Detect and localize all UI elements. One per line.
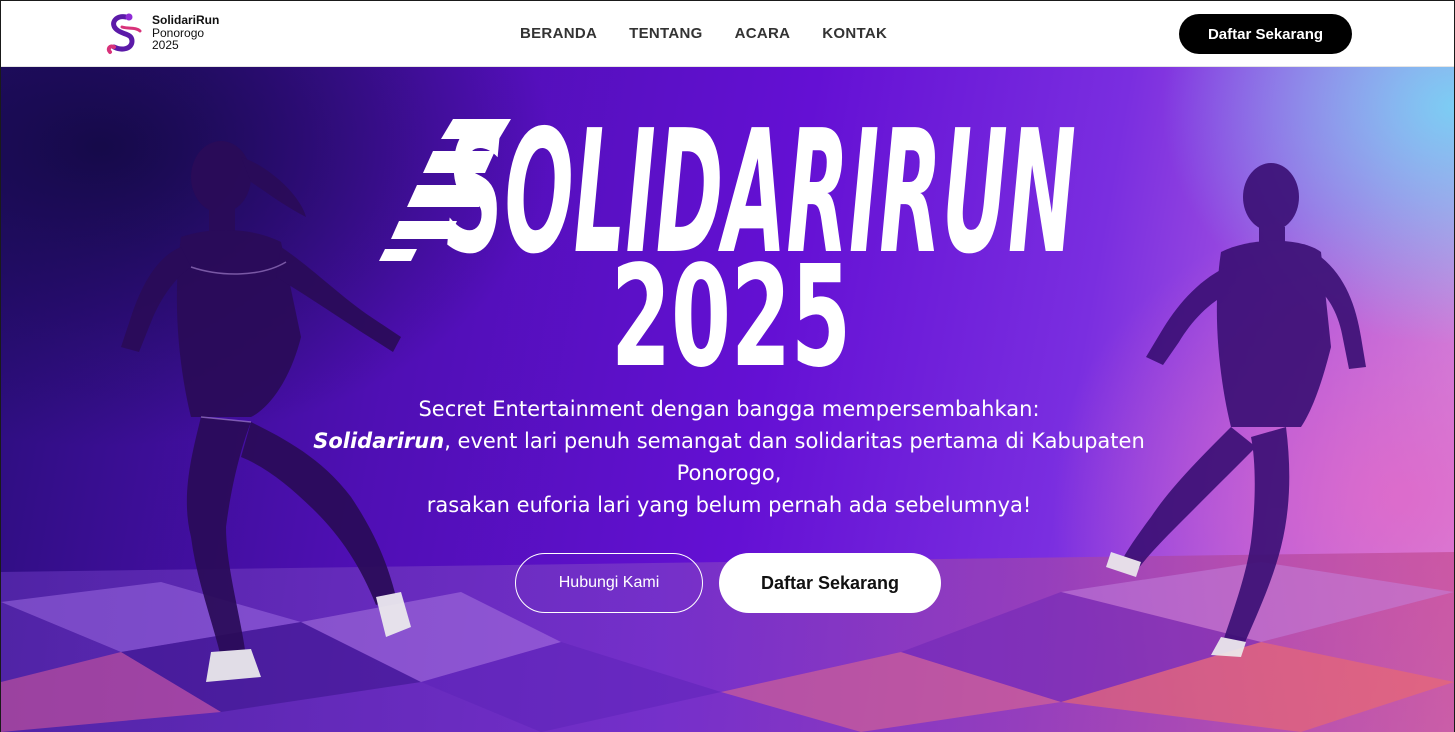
nav-link-kontak[interactable]: KONTAK <box>822 25 887 42</box>
hero-title: SOLIDARIRUN <box>446 111 1076 261</box>
nav-link-tentang[interactable]: TENTANG <box>629 25 702 42</box>
logo-line-1: SolidariRun <box>152 13 220 27</box>
browser-viewport: SolidariRun Ponorogo 2025 BERANDA TENTAN… <box>1 1 1454 732</box>
hero-section: SOLIDARIRUN 2025 Secret Entertainment de… <box>1 67 1454 732</box>
hero-year-graphic: 2025 <box>611 247 851 372</box>
hero-tagline: Secret Entertainment dengan bangga mempe… <box>301 393 1157 521</box>
tagline-line-3: rasakan euforia lari yang belum pernah a… <box>426 493 1032 517</box>
logo-wordmark: SolidariRun Ponorogo 2025 <box>152 14 219 52</box>
tagline-line-1: Secret Entertainment dengan bangga mempe… <box>418 397 1040 421</box>
hero-year: 2025 <box>611 247 851 372</box>
nav-link-acara[interactable]: ACARA <box>735 25 791 42</box>
hero-title-graphic: SOLIDARIRUN <box>379 111 1076 261</box>
main-nav: BERANDA TENTANG ACARA KONTAK <box>520 25 887 42</box>
contact-us-button[interactable]: Hubungi Kami <box>515 553 703 613</box>
tagline-line-2: Solidarirun, event lari penuh semangat d… <box>301 425 1157 489</box>
s-runner-logo-icon <box>106 13 142 54</box>
site-header: SolidariRun Ponorogo 2025 BERANDA TENTAN… <box>1 1 1454 67</box>
header-register-button[interactable]: Daftar Sekarang <box>1179 14 1352 54</box>
logo-line-3: 2025 <box>152 38 179 52</box>
tagline-brand: Solidarirun <box>313 429 445 453</box>
hero-register-button[interactable]: Daftar Sekarang <box>719 553 941 613</box>
tagline-line-2-rest: , event lari penuh semangat dan solidari… <box>444 429 1145 485</box>
site-logo[interactable]: SolidariRun Ponorogo 2025 <box>102 11 232 57</box>
nav-link-beranda[interactable]: BERANDA <box>520 25 597 42</box>
